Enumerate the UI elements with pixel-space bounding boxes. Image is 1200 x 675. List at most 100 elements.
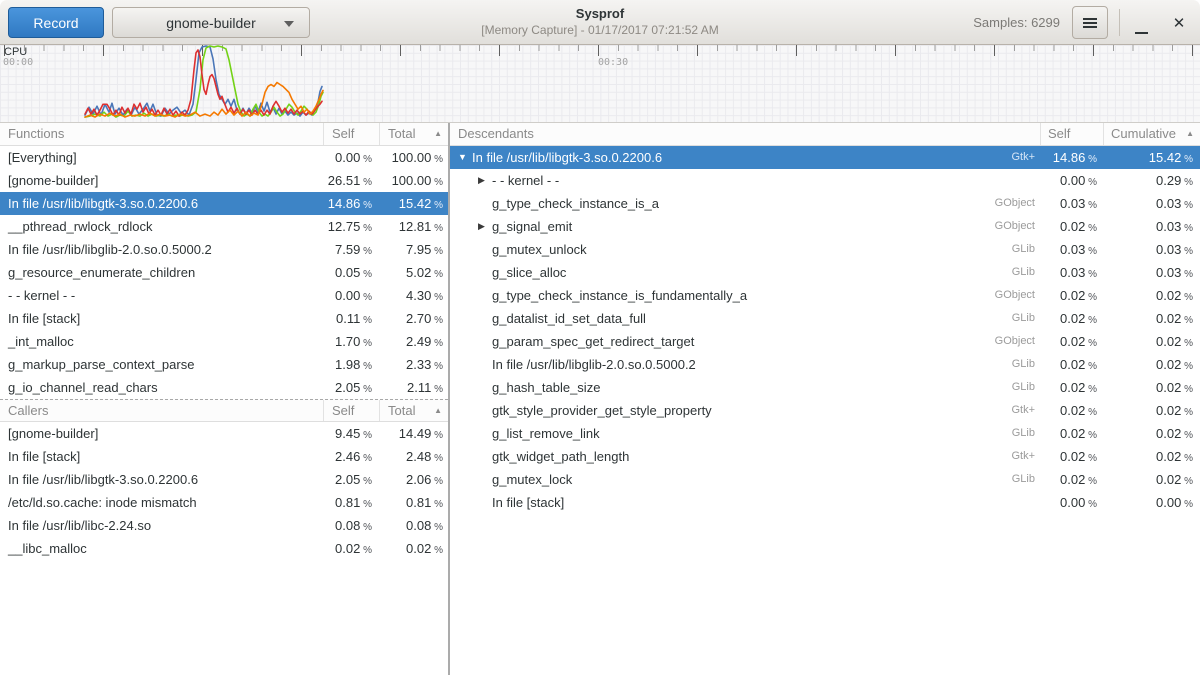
- table-row[interactable]: - - kernel - -0.00 %4.30 %: [0, 284, 448, 307]
- descendants-column-header[interactable]: Descendants: [450, 123, 1040, 145]
- expander-spacer: [478, 491, 492, 514]
- tree-row[interactable]: In file [stack]0.00 %0.00 %: [450, 491, 1200, 514]
- self-percent: 0.02 %: [1035, 353, 1097, 376]
- tree-row[interactable]: g_mutex_unlockGLib0.03 %0.03 %: [450, 238, 1200, 261]
- total-column-header[interactable]: Total ▲: [379, 400, 448, 421]
- self-column-header[interactable]: Self: [323, 400, 379, 421]
- expander-icon[interactable]: ▶: [478, 169, 492, 192]
- category-label: GLib: [945, 468, 1035, 491]
- function-name: In file /usr/lib/libglib-2.0.so.0.5000.2: [0, 238, 323, 261]
- tree-row[interactable]: In file /usr/lib/libglib-2.0.so.0.5000.2…: [450, 353, 1200, 376]
- self-percent: 9.45 %: [323, 422, 372, 445]
- self-percent: 7.59 %: [323, 238, 372, 261]
- tree-row[interactable]: ▶- - kernel - -0.00 %0.29 %: [450, 169, 1200, 192]
- expander-icon[interactable]: ▼: [458, 146, 472, 169]
- category-label: GLib: [945, 422, 1035, 445]
- table-row[interactable]: _int_malloc1.70 %2.49 %: [0, 330, 448, 353]
- self-percent: 0.81 %: [323, 491, 372, 514]
- tree-row[interactable]: g_type_check_instance_is_fundamentally_a…: [450, 284, 1200, 307]
- table-row[interactable]: In file /usr/lib/libglib-2.0.so.0.5000.2…: [0, 238, 448, 261]
- self-percent: 0.05 %: [323, 261, 372, 284]
- total-percent: 2.11 %: [372, 376, 448, 399]
- tree-row[interactable]: gtk_widget_path_lengthGtk+0.02 %0.02 %: [450, 445, 1200, 468]
- tree-row[interactable]: g_list_remove_linkGLib0.02 %0.02 %: [450, 422, 1200, 445]
- self-column-header[interactable]: Self: [1040, 123, 1103, 145]
- functions-column-header[interactable]: Functions: [0, 123, 323, 145]
- chevron-down-icon: [284, 21, 294, 27]
- self-percent: 26.51 %: [323, 169, 372, 192]
- total-column-header[interactable]: Total ▲: [379, 123, 448, 145]
- process-selector-dropdown[interactable]: gnome-builder: [112, 7, 310, 38]
- function-name: /etc/ld.so.cache: inode mismatch: [0, 491, 323, 514]
- cumulative-percent: 0.02 %: [1097, 445, 1200, 468]
- menu-button[interactable]: [1072, 6, 1108, 39]
- sysprof-window: Record gnome-builder Sysprof [Memory Cap…: [0, 0, 1200, 675]
- table-row[interactable]: In file /usr/lib/libgtk-3.so.0.2200.62.0…: [0, 468, 448, 491]
- table-row[interactable]: In file [stack]0.11 %2.70 %: [0, 307, 448, 330]
- cumulative-percent: 0.03 %: [1097, 261, 1200, 284]
- category-label: GLib: [945, 238, 1035, 261]
- function-name: [gnome-builder]: [0, 422, 323, 445]
- function-name: g_mutex_lock: [492, 468, 945, 491]
- tree-row[interactable]: ▶g_signal_emitGObject0.02 %0.03 %: [450, 215, 1200, 238]
- table-row[interactable]: In file [stack]2.46 %2.48 %: [0, 445, 448, 468]
- cpu-graph[interactable]: CPU 00:00 00:30: [0, 45, 1200, 123]
- table-row[interactable]: /etc/ld.so.cache: inode mismatch0.81 %0.…: [0, 491, 448, 514]
- cumulative-percent: 0.03 %: [1097, 192, 1200, 215]
- self-percent: 0.03 %: [1035, 261, 1097, 284]
- function-name: g_signal_emit: [492, 215, 945, 238]
- tree-row[interactable]: g_slice_allocGLib0.03 %0.03 %: [450, 261, 1200, 284]
- table-row[interactable]: __libc_malloc0.02 %0.02 %: [0, 537, 448, 560]
- self-percent: 0.02 %: [1035, 445, 1097, 468]
- expander-spacer: [478, 399, 492, 422]
- self-percent: 0.02 %: [1035, 468, 1097, 491]
- close-button[interactable]: ✕: [1162, 6, 1196, 39]
- table-row[interactable]: [Everything]0.00 %100.00 %: [0, 146, 448, 169]
- tree-row[interactable]: g_datalist_id_set_data_fullGLib0.02 %0.0…: [450, 307, 1200, 330]
- category-label: GObject: [945, 192, 1035, 215]
- tree-row[interactable]: g_param_spec_get_redirect_targetGObject0…: [450, 330, 1200, 353]
- table-row[interactable]: [gnome-builder]26.51 %100.00 %: [0, 169, 448, 192]
- function-name: g_mutex_unlock: [492, 238, 945, 261]
- callers-table-header: Callers Self Total ▲: [0, 399, 448, 422]
- table-row[interactable]: g_markup_parse_context_parse1.98 %2.33 %: [0, 353, 448, 376]
- category-label: Gtk+: [945, 399, 1035, 422]
- function-name: g_slice_alloc: [492, 261, 945, 284]
- total-percent: 2.49 %: [372, 330, 448, 353]
- self-percent: 0.02 %: [1035, 330, 1097, 353]
- expander-spacer: [478, 353, 492, 376]
- tree-row[interactable]: g_mutex_lockGLib0.02 %0.02 %: [450, 468, 1200, 491]
- expander-spacer: [478, 445, 492, 468]
- self-percent: 0.02 %: [1035, 376, 1097, 399]
- total-percent: 14.49 %: [372, 422, 448, 445]
- tree-row[interactable]: gtk_style_provider_get_style_propertyGtk…: [450, 399, 1200, 422]
- callers-column-header[interactable]: Callers: [0, 400, 323, 421]
- table-row[interactable]: In file /usr/lib/libgtk-3.so.0.2200.614.…: [0, 192, 448, 215]
- cumulative-percent: 0.02 %: [1097, 330, 1200, 353]
- function-name: - - kernel - -: [492, 169, 945, 192]
- tree-row[interactable]: ▼In file /usr/lib/libgtk-3.so.0.2200.6Gt…: [450, 146, 1200, 169]
- table-row[interactable]: In file /usr/lib/libc-2.24.so0.08 %0.08 …: [0, 514, 448, 537]
- expander-icon[interactable]: ▶: [478, 215, 492, 238]
- table-row[interactable]: __pthread_rwlock_rdlock12.75 %12.81 %: [0, 215, 448, 238]
- total-percent: 0.02 %: [372, 537, 448, 560]
- record-button[interactable]: Record: [8, 7, 104, 38]
- self-percent: 0.02 %: [1035, 307, 1097, 330]
- cpu-green-line: [85, 46, 323, 117]
- expander-spacer: [478, 330, 492, 353]
- minimize-button[interactable]: [1124, 6, 1158, 39]
- self-column-header[interactable]: Self: [323, 123, 379, 145]
- right-pane: Descendants Self Cumulative ▲ ▼In file /…: [450, 123, 1200, 675]
- self-percent: 14.86 %: [1035, 146, 1097, 169]
- function-name: gtk_widget_path_length: [492, 445, 945, 468]
- self-percent: 0.00 %: [1035, 169, 1097, 192]
- table-row[interactable]: g_resource_enumerate_children0.05 %5.02 …: [0, 261, 448, 284]
- tree-row[interactable]: g_type_check_instance_is_aGObject0.03 %0…: [450, 192, 1200, 215]
- tree-row[interactable]: g_hash_table_sizeGLib0.02 %0.02 %: [450, 376, 1200, 399]
- cumulative-percent: 0.03 %: [1097, 215, 1200, 238]
- table-row[interactable]: g_io_channel_read_chars2.05 %2.11 %: [0, 376, 448, 399]
- category-label: GObject: [945, 215, 1035, 238]
- cumulative-column-header[interactable]: Cumulative ▲: [1103, 123, 1200, 145]
- table-row[interactable]: [gnome-builder]9.45 %14.49 %: [0, 422, 448, 445]
- self-percent: 0.02 %: [1035, 215, 1097, 238]
